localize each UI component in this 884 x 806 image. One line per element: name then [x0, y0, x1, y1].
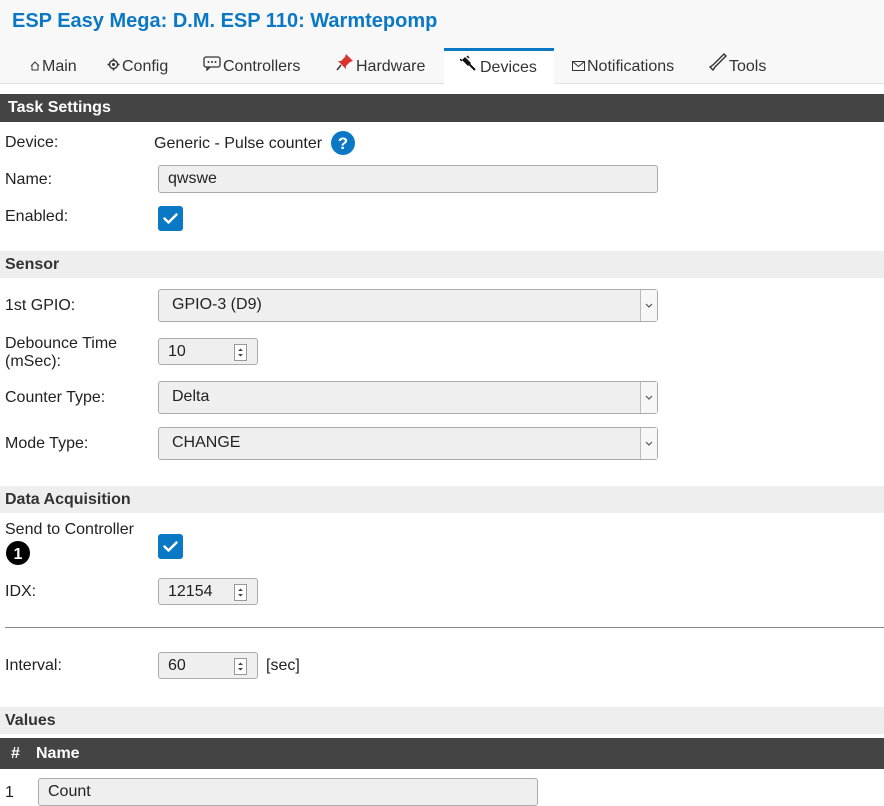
value-name-input[interactable]: Count [38, 778, 538, 806]
chevron-down-icon [640, 382, 657, 413]
value-row-number: 1 [5, 784, 14, 801]
column-name: Name [36, 745, 80, 762]
device-value: Generic - Pulse counter [154, 135, 323, 152]
name-label: Name: [5, 171, 53, 188]
debounce-label-line1: Debounce Time [5, 335, 118, 352]
svg-text:1: 1 [14, 546, 23, 563]
gear-icon [107, 48, 120, 86]
chevron-down-icon [640, 290, 657, 321]
tab-config[interactable]: Config [107, 48, 168, 83]
gpio-select-value: GPIO-3 (D9) [172, 296, 262, 313]
values-section-header: Values [0, 707, 884, 734]
idx-input[interactable]: 12154 [158, 578, 258, 605]
enabled-label: Enabled: [5, 208, 69, 225]
debounce-label-line2: (mSec): [5, 353, 61, 370]
task-settings-header: Task Settings [0, 94, 884, 122]
wrench-icon [708, 48, 727, 86]
section-divider [5, 627, 884, 628]
page-title: ESP Easy Mega: D.M. ESP 110: Warmtepomp [12, 10, 438, 32]
values-table-header: # Name [0, 738, 884, 769]
mode-type-label: Mode Type: [5, 435, 89, 452]
tab-main[interactable]: Main [30, 48, 77, 83]
svg-text:?: ? [338, 134, 348, 153]
counter-type-value: Delta [172, 388, 210, 405]
tab-notifications[interactable]: Notifications [572, 48, 674, 83]
controller-number-badge: 1 [6, 541, 30, 565]
plug-icon [459, 51, 478, 85]
mode-type-value: CHANGE [172, 434, 241, 451]
send-to-controller-label: Send to Controller [5, 521, 134, 538]
send-to-controller-checkbox[interactable] [158, 534, 183, 559]
counter-type-label: Counter Type: [5, 389, 106, 406]
tab-hardware[interactable]: Hardware [336, 48, 425, 83]
tab-controllers[interactable]: Controllers [203, 48, 300, 83]
data-acquisition-section-header: Data Acquisition [0, 486, 884, 513]
interval-label: Interval: [5, 657, 62, 674]
gpio-label: 1st GPIO: [5, 297, 76, 314]
home-icon [30, 48, 40, 86]
counter-type-select[interactable]: Delta [158, 381, 658, 414]
column-number: # [11, 745, 20, 762]
sensor-section-header: Sensor [0, 251, 884, 278]
enabled-checkbox[interactable] [158, 206, 183, 231]
chat-icon [203, 48, 221, 86]
spinner-icon[interactable] [234, 344, 247, 361]
device-label: Device: [5, 134, 59, 151]
tab-tools[interactable]: Tools [708, 48, 766, 86]
debounce-input[interactable]: 10 [158, 338, 258, 365]
checkmark-icon [163, 541, 178, 552]
checkmark-icon [163, 213, 178, 224]
interval-unit: [sec] [266, 657, 300, 674]
name-input[interactable]: qwswe [158, 165, 658, 193]
idx-label: IDX: [5, 583, 37, 600]
spinner-icon[interactable] [234, 584, 247, 601]
tab-devices[interactable]: Devices [444, 48, 554, 84]
interval-input[interactable]: 60 [158, 652, 258, 679]
mode-type-select[interactable]: CHANGE [158, 427, 658, 460]
top-bar: ESP Easy Mega: D.M. ESP 110: Warmtepomp … [0, 0, 884, 84]
pin-icon [336, 48, 354, 86]
help-icon[interactable]: ? [331, 131, 355, 155]
spinner-icon[interactable] [234, 658, 247, 675]
envelope-icon [572, 48, 585, 86]
gpio-select[interactable]: GPIO-3 (D9) [158, 289, 658, 322]
chevron-down-icon [640, 428, 657, 459]
